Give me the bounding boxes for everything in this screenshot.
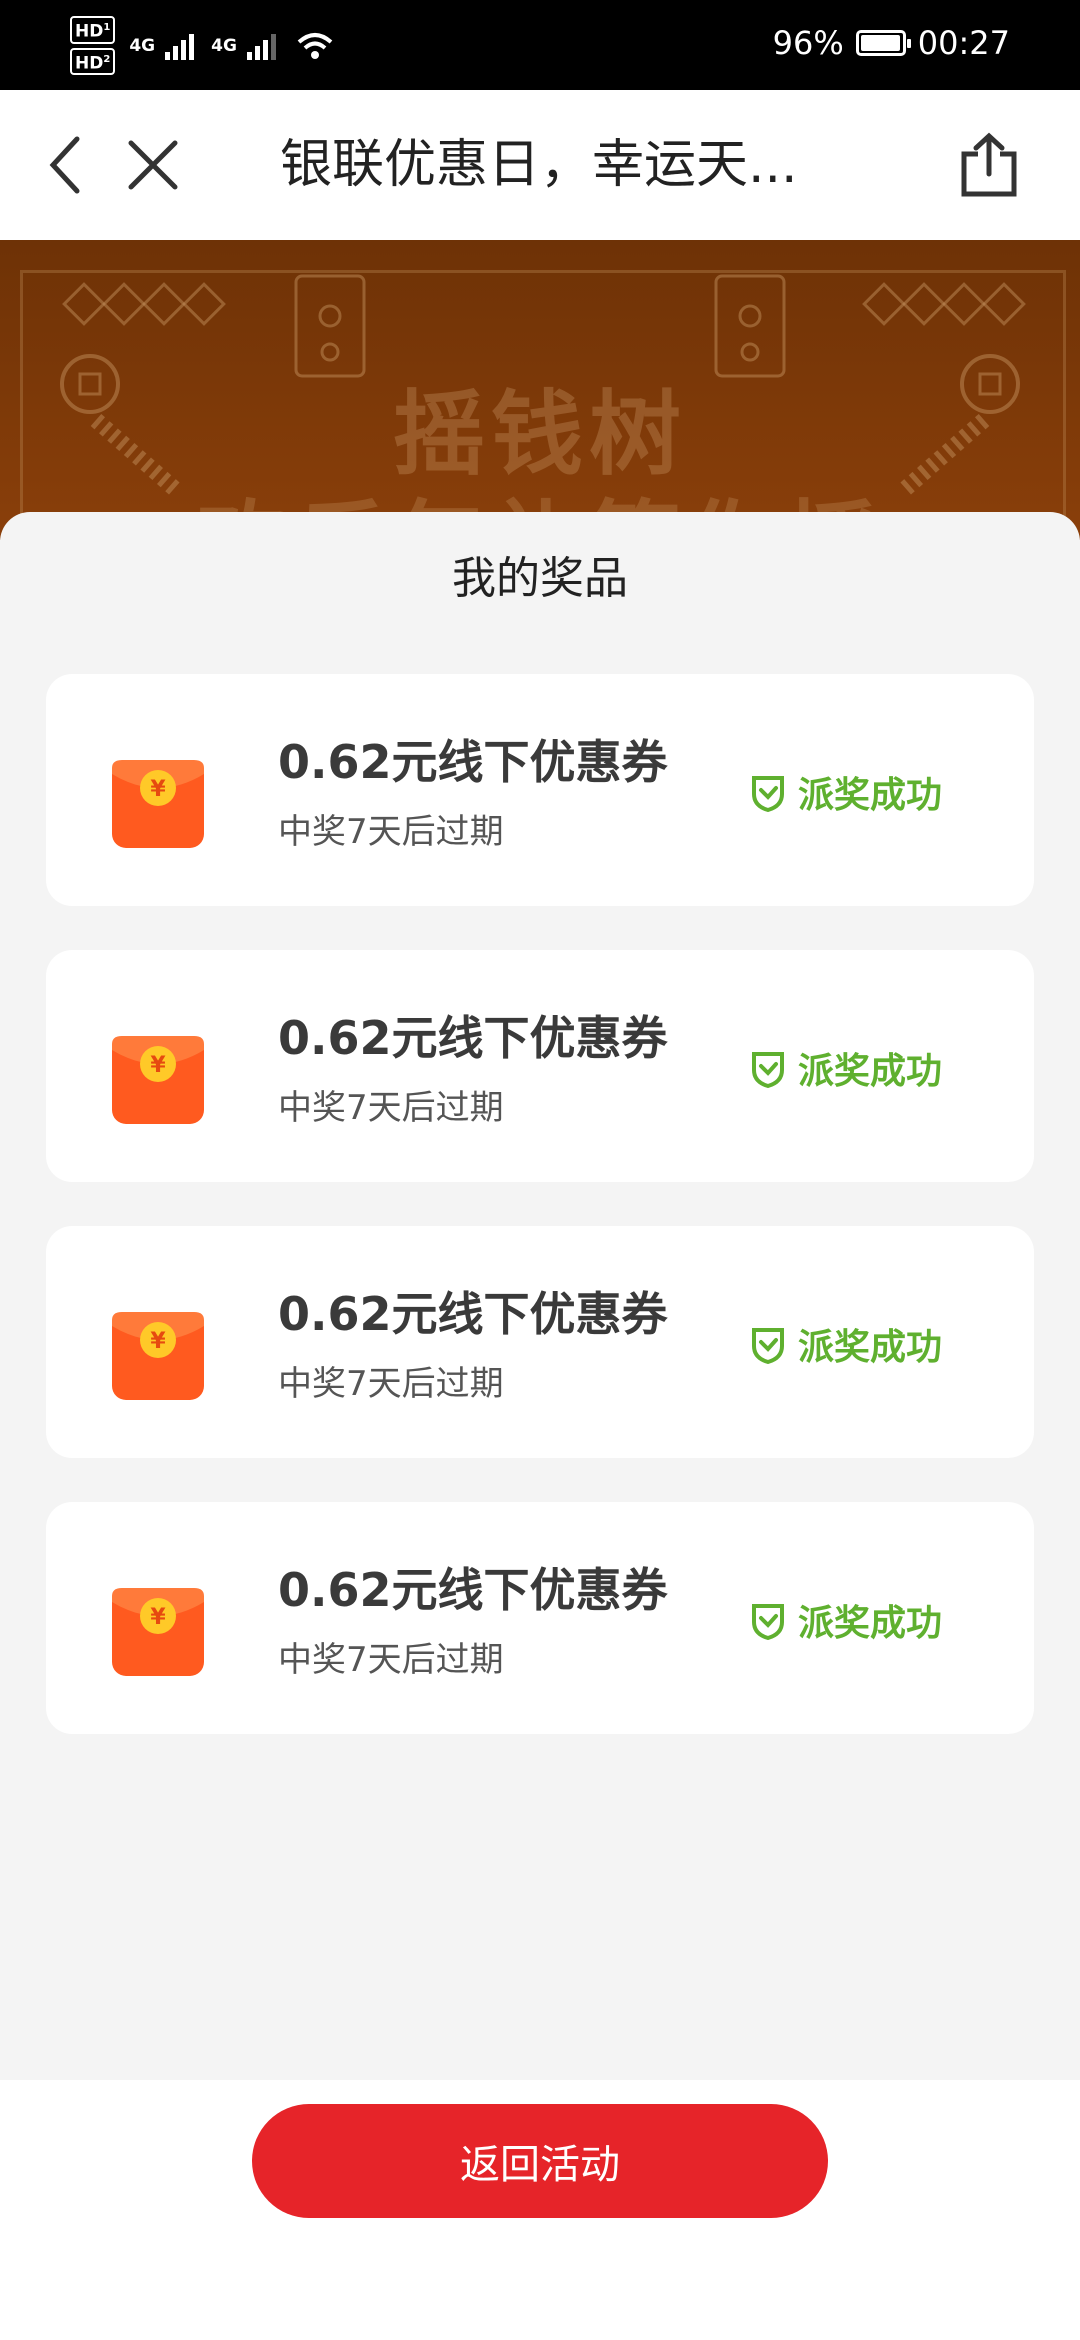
prize-card[interactable]: ¥ 0.62元线下优惠券 中奖7天后过期 派奖成功 [46,1502,1034,1734]
prize-expiry: 中奖7天后过期 [278,812,504,852]
prize-card[interactable]: ¥ 0.62元线下优惠券 中奖7天后过期 派奖成功 [46,950,1034,1182]
prize-status-label: 派奖成功 [798,775,943,816]
network-type-1: 4G [129,35,156,56]
red-envelope-icon: ¥ [112,760,204,848]
red-envelope-icon: ¥ [112,1312,204,1400]
prize-status: 派奖成功 [748,766,942,818]
prize-title: 0.62元线下优惠券 [278,1287,668,1341]
wifi-icon [297,32,333,59]
status-bar: HD1 HD2 4G 4G 96% 00:27 [0,0,1080,90]
diamond-pattern-icon [862,282,1026,326]
prize-expiry: 中奖7天后过期 [278,1088,504,1128]
share-button[interactable] [954,130,1024,200]
shield-check-icon [752,1052,784,1088]
prize-status-label: 派奖成功 [798,1051,943,1092]
page-title: 银联优惠日，幸运天... [280,135,798,195]
bottom-bar: 返回活动 [0,2080,1080,2340]
return-to-activity-button[interactable]: 返回活动 [252,2104,828,2218]
svg-text:¥: ¥ [150,777,166,802]
prize-status-label: 派奖成功 [798,1327,943,1368]
prize-expiry: 中奖7天后过期 [278,1364,504,1404]
svg-text:¥: ¥ [150,1605,166,1630]
prize-card[interactable]: ¥ 0.62元线下优惠券 中奖7天后过期 派奖成功 [46,674,1034,906]
hd-badge-2: HD2 [70,47,116,76]
activity-banner: 摇钱树 欢乐年礼等你摇 [0,240,1080,540]
battery-icon [855,30,911,56]
svg-text:¥: ¥ [150,1053,166,1078]
prize-expiry: 中奖7天后过期 [278,1640,504,1680]
prize-status: 派奖成功 [748,1594,942,1646]
shield-check-icon [752,1328,784,1364]
battery-percent: 96% [772,24,844,62]
share-icon [961,132,1017,197]
svg-text:¥: ¥ [150,1329,166,1354]
back-button[interactable] [30,130,100,200]
red-envelope-icon: ¥ [112,1036,204,1124]
status-bar-left: HD1 HD2 4G 4G [70,16,335,76]
red-envelope-icon: ¥ [112,1588,204,1676]
prize-title: 0.62元线下优惠券 [278,1563,668,1617]
status-bar-right: 96% 00:27 [773,24,1010,62]
prize-status: 派奖成功 [748,1042,942,1094]
prize-title: 0.62元线下优惠券 [278,735,668,789]
hd-badge-1: HD1 [70,16,116,44]
network-type-2: 4G [211,35,237,56]
my-prizes-sheet: 我的奖品 ¥ 0.62元线下优惠券 中奖7天后过期 派奖成功 ¥ 0.62元线下… [0,512,1080,2080]
prize-title: 0.62元线下优惠券 [278,1011,668,1065]
prize-status: 派奖成功 [748,1318,942,1370]
signal-icon [246,33,276,60]
navigation-bar: 银联优惠日，幸运天... [0,90,1080,240]
sheet-title: 我的奖品 [452,553,628,604]
prize-status-label: 派奖成功 [798,1603,943,1644]
close-icon [128,140,178,190]
shield-check-icon [752,776,784,812]
clock: 00:27 [917,24,1010,62]
chevron-left-icon [49,136,80,194]
diamond-pattern-icon [62,282,226,326]
signal-icon [165,33,195,60]
prize-card[interactable]: ¥ 0.62元线下优惠券 中奖7天后过期 派奖成功 [46,1226,1034,1458]
shield-check-icon [752,1604,784,1640]
close-button[interactable] [118,130,188,200]
